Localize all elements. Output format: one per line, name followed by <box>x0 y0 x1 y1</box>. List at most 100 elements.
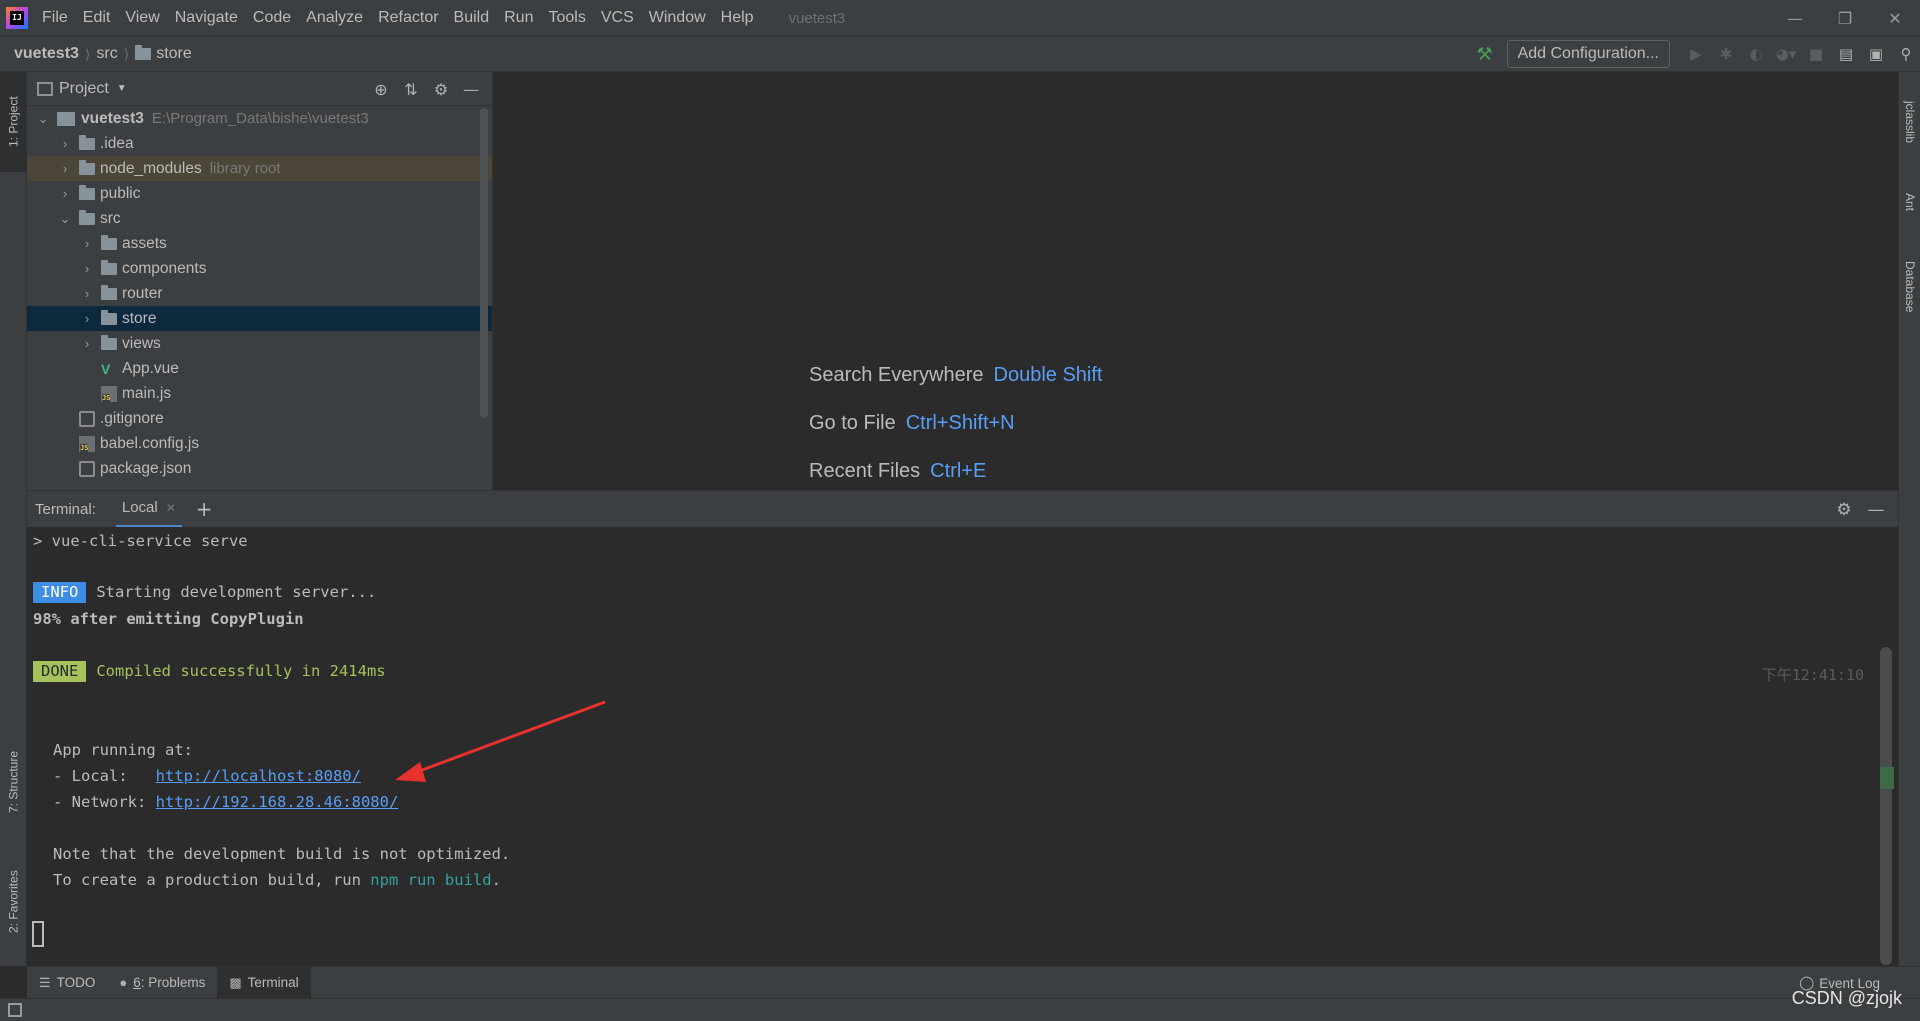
tab-database[interactable]: Database <box>1899 242 1920 332</box>
gear-icon[interactable]: ⚙ <box>1828 500 1860 520</box>
folder-icon <box>101 284 117 300</box>
coverage-icon[interactable]: ◐ <box>1742 40 1770 68</box>
menu-help[interactable]: Help <box>721 9 754 27</box>
watermark: CSDN @zjojk <box>1791 988 1902 1008</box>
tree-item-label: router <box>122 284 163 302</box>
terminal-scrollbar[interactable] <box>1880 647 1892 965</box>
terminal-label: Terminal: <box>35 500 96 518</box>
tab-project[interactable]: 1: Project <box>0 72 27 172</box>
menu-view[interactable]: View <box>125 9 159 27</box>
terminal-scroll-marker <box>1880 767 1894 789</box>
tree-item-label: package.json <box>100 459 192 477</box>
tree-item-package-json[interactable]: package.json <box>27 456 492 481</box>
profile-icon[interactable]: ◕▾ <box>1772 40 1800 68</box>
close-icon[interactable]: ✕ <box>1870 0 1920 36</box>
hide-icon[interactable]: — <box>1860 500 1892 520</box>
tree-item-views[interactable]: › views <box>27 331 492 356</box>
project-scrollbar[interactable] <box>480 108 488 418</box>
chevron-right-icon[interactable]: › <box>79 261 95 276</box>
config-file-icon <box>79 410 95 427</box>
terminal-local-line: - Local: http://localhost:8080/ <box>53 767 361 785</box>
local-url-link[interactable]: http://localhost:8080/ <box>156 767 361 785</box>
build-hammer-icon[interactable]: ⚒ <box>1476 44 1492 65</box>
chevron-down-icon[interactable]: ⌄ <box>57 211 73 227</box>
network-url-link[interactable]: http://192.168.28.46:8080/ <box>156 793 399 811</box>
run-icon[interactable]: ▶ <box>1682 40 1710 68</box>
tree-item-store[interactable]: › store <box>27 306 492 331</box>
tree-item-public[interactable]: › public <box>27 181 492 206</box>
tree-item-gitignore[interactable]: .gitignore <box>27 406 492 431</box>
minimize-icon[interactable]: — <box>1770 0 1820 36</box>
locate-icon[interactable]: ⊕ <box>366 80 396 99</box>
gear-icon[interactable]: ⚙ <box>426 80 456 99</box>
tree-item-root[interactable]: ⌄ vuetest3 E:\Program_Data\bishe\vuetest… <box>27 106 492 131</box>
chevron-right-icon[interactable]: › <box>79 286 95 301</box>
tab-ant[interactable]: Ant <box>1899 172 1920 232</box>
terminal-network-line: - Network: http://192.168.28.46:8080/ <box>53 793 398 811</box>
menu-refactor[interactable]: Refactor <box>378 9 438 27</box>
menu-file[interactable]: File <box>42 9 68 27</box>
menu-run[interactable]: Run <box>504 9 533 27</box>
menu-code[interactable]: Code <box>253 9 291 27</box>
menu-build[interactable]: Build <box>454 9 490 27</box>
chevron-right-icon[interactable]: › <box>57 161 73 176</box>
bottom-tool-tabs: ☰ TODO ● 6: Problems ▩ Terminal ◯ Event … <box>27 966 1920 999</box>
tree-item-label: store <box>122 309 157 327</box>
tree-item-main-js[interactable]: main.js <box>27 381 492 406</box>
project-view-selector[interactable]: Project ▼ <box>37 80 127 98</box>
collapse-all-icon[interactable]: ⇅ <box>396 80 426 99</box>
terminal-prompt[interactable] <box>32 921 44 951</box>
project-structure-icon[interactable]: ▤ <box>1832 40 1860 68</box>
menu-edit[interactable]: Edit <box>83 9 111 27</box>
tab-database-label: Database <box>1903 261 1917 313</box>
tab-structure[interactable]: 7: Structure <box>0 732 27 832</box>
debug-icon[interactable]: ✱ <box>1712 40 1740 68</box>
chevron-right-icon[interactable]: › <box>57 136 73 151</box>
tree-item-note: library root <box>209 160 281 177</box>
terminal-window-icon[interactable]: ▣ <box>1862 40 1890 68</box>
chevron-right-icon[interactable]: › <box>79 336 95 351</box>
menu-window[interactable]: Window <box>649 9 706 27</box>
new-terminal-plus-icon[interactable]: + <box>196 497 213 521</box>
chevron-right-icon[interactable]: › <box>79 311 95 326</box>
tree-item-router[interactable]: › router <box>27 281 492 306</box>
tree-item-app-vue[interactable]: V App.vue <box>27 356 492 381</box>
hide-icon[interactable]: — <box>456 80 486 99</box>
breadcrumb-separator-icon: ⟩ <box>123 45 130 62</box>
chevron-down-icon[interactable]: ⌄ <box>35 111 51 127</box>
chevron-down-icon: ▼ <box>116 83 127 94</box>
tree-item-label: babel.config.js <box>100 434 200 452</box>
search-icon[interactable]: ⚲ <box>1892 40 1920 68</box>
breadcrumb-project[interactable]: vuetest3 <box>14 45 79 63</box>
tree-item-src[interactable]: ⌄ src <box>27 206 492 231</box>
folder-icon <box>101 259 117 275</box>
menu-navigate[interactable]: Navigate <box>175 9 238 27</box>
tree-item-node-modules[interactable]: › node_modules library root <box>27 156 492 181</box>
tab-local[interactable]: Local ✕ <box>115 491 182 528</box>
menu-tools[interactable]: Tools <box>548 9 585 27</box>
stop-icon[interactable]: ■ <box>1802 40 1830 68</box>
toggle-tool-windows-icon[interactable] <box>8 1003 22 1017</box>
menu-analyze[interactable]: Analyze <box>306 9 363 27</box>
breadcrumb-src[interactable]: src <box>96 45 117 63</box>
tab-todo[interactable]: ☰ TODO <box>27 967 107 999</box>
restore-icon[interactable]: ❐ <box>1820 0 1870 36</box>
tab-jclasslib[interactable]: jclasslib <box>1899 82 1920 162</box>
tree-item-components[interactable]: › components <box>27 256 492 281</box>
chevron-right-icon[interactable]: › <box>57 186 73 201</box>
project-panel: Project ▼ ⊕ ⇅ ⚙ — ⌄ vuetest3 E:\Program_… <box>27 72 493 490</box>
breadcrumb-store[interactable]: store <box>156 45 192 63</box>
intellij-logo-icon: IJ <box>6 7 28 29</box>
menu-vcs[interactable]: VCS <box>601 9 634 27</box>
chevron-right-icon[interactable]: › <box>79 236 95 251</box>
tree-item-babel-config[interactable]: babel.config.js <box>27 431 492 456</box>
add-configuration-button[interactable]: Add Configuration... <box>1506 40 1670 68</box>
tab-terminal[interactable]: ▩ Terminal <box>217 966 311 999</box>
tab-problems[interactable]: ● 6: Problems <box>107 967 217 999</box>
tree-item-assets[interactable]: › assets <box>27 231 492 256</box>
tree-item-idea[interactable]: › .idea <box>27 131 492 156</box>
terminal-info-line: INFO Starting development server... <box>33 582 376 603</box>
terminal-output[interactable]: > vue-cli-service serve INFO Starting dev… <box>27 527 1898 965</box>
close-tab-icon[interactable]: ✕ <box>166 501 176 515</box>
tab-favorites[interactable]: 2: Favorites <box>0 852 27 952</box>
